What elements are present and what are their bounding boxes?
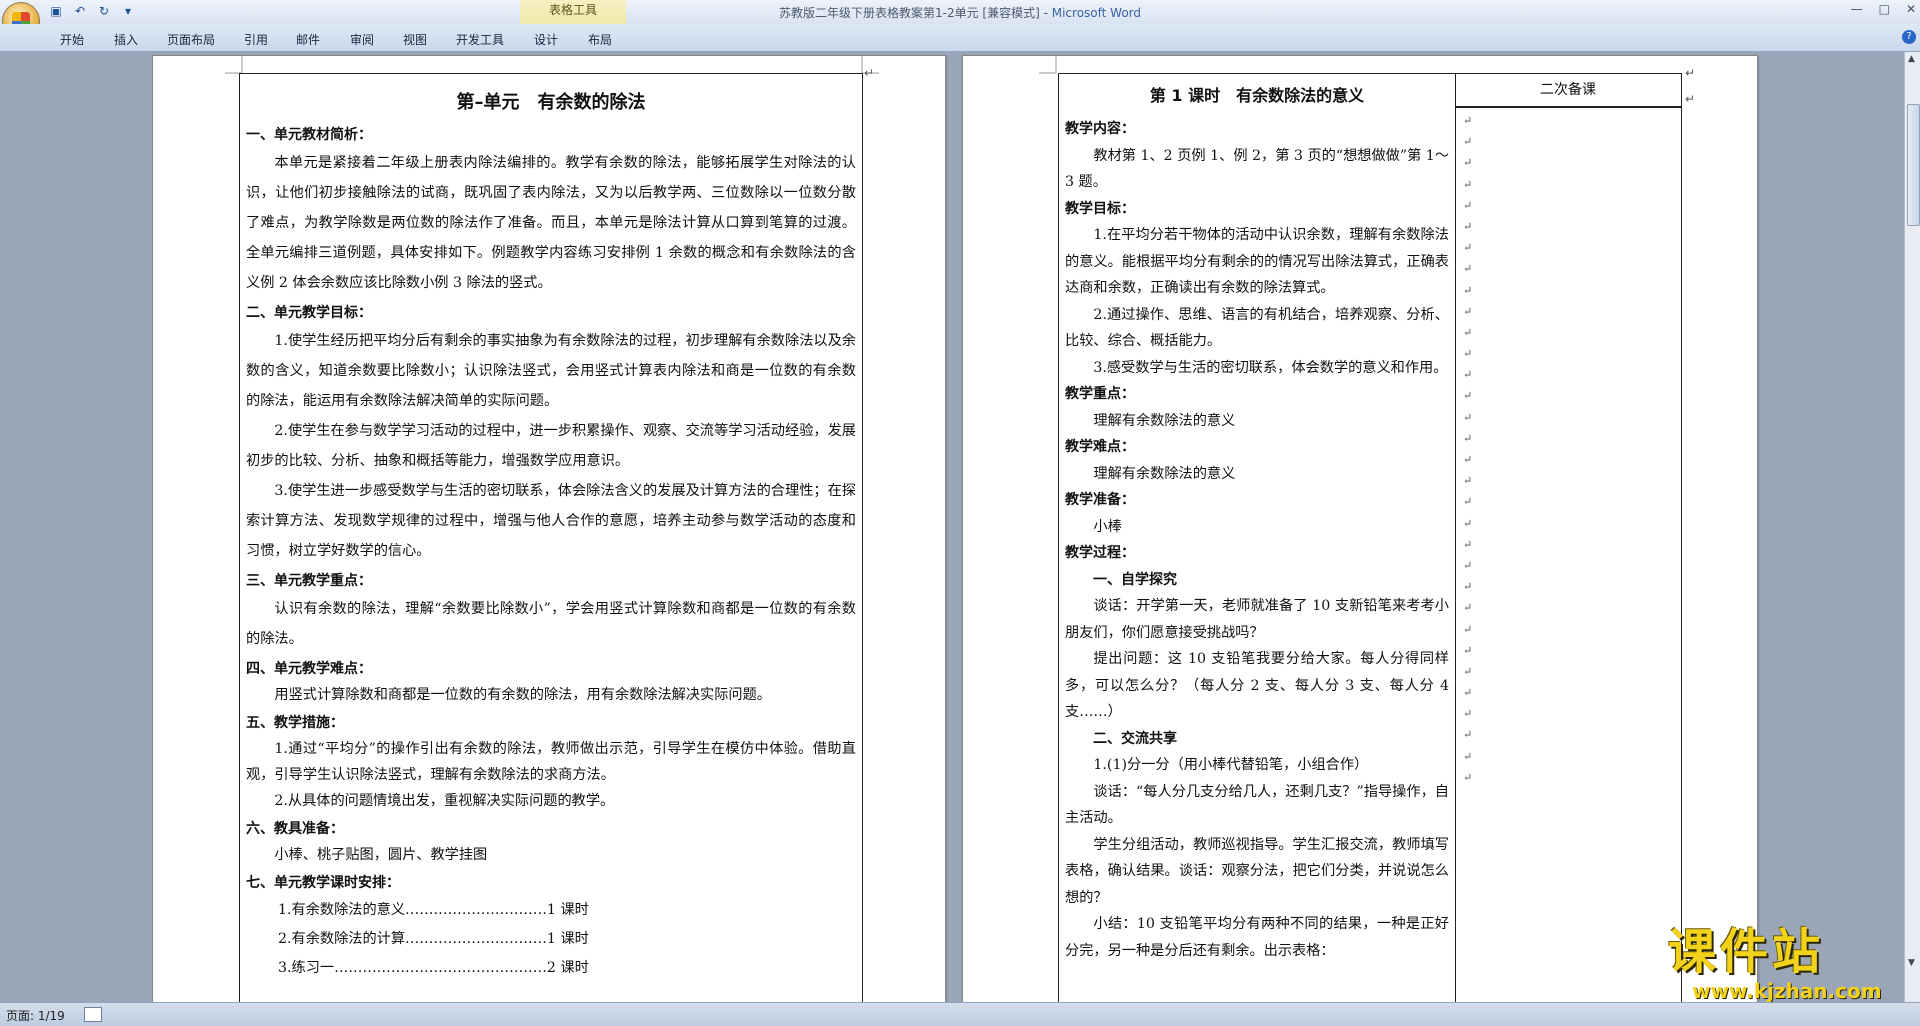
- table-tools-context-tab: 表格工具: [520, 0, 626, 27]
- tab-home[interactable]: 开始: [60, 31, 84, 48]
- unit-content-box[interactable]: 第–单元 有余数的除法 一、单元教材简析： 本单元是紧接着二年级上册表内除法编排…: [239, 73, 863, 1002]
- section-paragraph: 2.使学生在参与数学学习活动的过程中，进一步积累操作、观察、交流等学习活动经验，…: [246, 423, 856, 469]
- section-heading: 一、单元教材简析：: [246, 127, 372, 143]
- block-heading: 教学重点：: [1065, 386, 1135, 402]
- schedule-item: 2.有余数除法的计算…………………………1 课时: [278, 931, 589, 947]
- block-heading: 教学难点：: [1065, 439, 1135, 455]
- app-name: Microsoft Word: [1051, 6, 1142, 20]
- section-heading: 三、单元教学重点：: [246, 573, 372, 589]
- paragraph-mark-icon: ↵: [1685, 66, 1696, 80]
- block-text: 小棒: [1093, 518, 1122, 535]
- tab-mailings[interactable]: 邮件: [296, 31, 320, 48]
- tab-view[interactable]: 视图: [403, 31, 427, 48]
- section-heading: 五、教学措施：: [246, 715, 344, 731]
- paragraph-mark-icon: ↵: [864, 66, 875, 80]
- window-title: 苏教版二年级下册表格教案第1-2单元 [兼容模式] - Microsoft Wo…: [0, 4, 1920, 21]
- block-heading: 教学目标：: [1065, 200, 1135, 217]
- section-paragraph: 用竖式计算除数和商都是一位数的有余数的除法，用有余数除法解决实际问题。: [274, 687, 771, 703]
- paragraph-mark-icon: ↵: [1685, 92, 1696, 106]
- minimize-icon[interactable]: —: [1851, 2, 1863, 16]
- document-workspace: ↵ 第–单元 有余数的除法 一、单元教材简析： 本单元是紧接着二年级上册表内除法…: [0, 52, 1904, 1002]
- proofing-icon[interactable]: [84, 1007, 102, 1022]
- block-text: 学生分组活动，教师巡视指导。学生汇报交流，教师填写表格，确认结果。谈话：观察分法…: [1065, 836, 1449, 906]
- tab-insert[interactable]: 插入: [114, 31, 138, 48]
- ribbon-tabs: 开始 插入 页面布局 引用 邮件 审阅 视图 开发工具 设计 布局: [0, 24, 1920, 52]
- status-bar: 页面: 1/19: [0, 1002, 1920, 1026]
- subsection-heading: 一、自学探究: [1093, 571, 1177, 588]
- crop-mark: [1039, 56, 1057, 74]
- section-paragraph: 小棒、桃子贴图，圆片、教学挂图: [274, 847, 488, 863]
- block-text: 理解有余数除法的意义: [1093, 412, 1236, 429]
- section-paragraph: 2.从具体的问题情境出发，重视解决实际问题的教学。: [274, 793, 615, 809]
- quick-access-toolbar: ▣ ↶ ↻ ▾: [48, 3, 136, 19]
- tab-layout[interactable]: 布局: [588, 31, 612, 48]
- site-watermark: 课件站 www.kjzhan.com: [1668, 924, 1898, 1004]
- block-text: 教材第 1、2 页例 1、例 2，第 3 页的“想想做做”第 1～3 题。: [1065, 147, 1450, 191]
- scrollbar-thumb[interactable]: [1907, 104, 1920, 226]
- maximize-icon[interactable]: □: [1879, 2, 1890, 16]
- block-text: 谈话：“每人分几支分给几人，还剩几支？”指导操作，自主活动。: [1065, 783, 1449, 827]
- document-name: 苏教版二年级下册表格教案第1-2单元 [兼容模式]: [778, 6, 1040, 20]
- tab-review[interactable]: 审阅: [350, 31, 374, 48]
- lesson-title: 第 1 课时 有余数除法的意义: [1149, 86, 1365, 105]
- undo-icon[interactable]: ↶: [72, 3, 88, 19]
- crop-mark: [225, 56, 243, 74]
- lesson-table[interactable]: 第 1 课时 有余数除法的意义 教学内容： 教材第 1、2 页例 1、例 2，第…: [1058, 73, 1682, 1002]
- vertical-scrollbar[interactable]: ▲ ▼: [1904, 52, 1920, 1002]
- scroll-down-icon[interactable]: ▼: [1908, 958, 1915, 968]
- right-page: ↵ ↵ 第 1 课时 有余数除法的意义 教学内容： 教材第 1、2 页例 1、例…: [963, 56, 1757, 1002]
- scroll-up-icon[interactable]: ▲: [1908, 54, 1915, 64]
- block-text: 小结：10 支铅笔平均分有两种不同的结果，一种是正好分完，另一种是分后还有剩余。…: [1065, 916, 1449, 959]
- tab-references[interactable]: 引用: [244, 31, 268, 48]
- watermark-url: www.kjzhan.com: [1692, 979, 1882, 1003]
- section-paragraph: 1.使学生经历把平均分后有剩余的事实抽象为有余数除法的过程，初步理解有余数除法以…: [246, 333, 856, 409]
- tab-page-layout[interactable]: 页面布局: [167, 31, 215, 48]
- second-prep-column[interactable]: 二次备课 ↵ ↵ ↵ ↵ ↵ ↵ ↵ ↵ ↵ ↵ ↵ ↵ ↵ ↵ ↵ ↵ ↵ ↵ ↵ ↵ ↵ ↵ ↵ ↵ ↵ ↵ ↵ ↵ ↵ ↵ ↵ ↵: [1455, 74, 1681, 1002]
- section-paragraph: 1.通过“平均分”的操作引出有余数的除法，教师做出示范，引导学生在模仿中体验。借…: [246, 741, 856, 783]
- block-text: 谈话：开学第一天，老师就准备了 10 支新铅笔来考考小朋友们，你们愿意接受挑战吗…: [1065, 598, 1449, 641]
- tab-design[interactable]: 设计: [534, 31, 558, 48]
- lesson-plan-column[interactable]: 第 1 课时 有余数除法的意义 教学内容： 教材第 1、2 页例 1、例 2，第…: [1059, 74, 1456, 1002]
- subsection-heading: 二、交流共享: [1093, 730, 1177, 747]
- section-paragraph: 认识有余数的除法，理解“余数要比除数小”，学会用竖式计算除数和商都是一位数的有余…: [246, 601, 856, 647]
- section-heading: 二、单元教学目标：: [246, 305, 372, 321]
- section-heading: 七、单元教学课时安排：: [246, 875, 400, 891]
- block-heading: 教学准备：: [1065, 492, 1135, 508]
- block-text: 提出问题：这 10 支铅笔我要分给大家。每人分得同样多，可以怎么分？（每人分 2…: [1065, 651, 1449, 720]
- section-paragraph: 本单元是紧接着二年级上册表内除法编排的。教学有余数的除法，能够拓展学生对除法的认…: [246, 155, 856, 291]
- block-heading: 教学内容：: [1065, 121, 1135, 137]
- block-text: 1.在平均分若干物体的活动中认识余数，理解有余数除法的意义。能根据平均分有剩余的…: [1065, 227, 1449, 296]
- save-icon[interactable]: ▣: [48, 3, 64, 19]
- schedule-item: 1.有余数除法的意义…………………………1 课时: [278, 902, 589, 918]
- cell-end-marks: ↵ ↵ ↵ ↵ ↵ ↵ ↵ ↵ ↵ ↵ ↵ ↵ ↵ ↵ ↵ ↵ ↵ ↵ ↵ ↵ ↵ ↵ ↵ ↵ ↵ ↵ ↵ ↵ ↵ ↵ ↵ ↵: [1463, 114, 1473, 784]
- left-page: ↵ 第–单元 有余数的除法 一、单元教材简析： 本单元是紧接着二年级上册表内除法…: [153, 56, 945, 1002]
- block-text: 理解有余数除法的意义: [1093, 465, 1236, 482]
- block-text: 1.(1)分一分（用小棒代替铅笔，小组合作）: [1093, 757, 1369, 773]
- second-prep-header: 二次备课: [1455, 74, 1681, 108]
- section-paragraph: 3.使学生进一步感受数学与生活的密切联系，体会除法含义的发展及计算方法的合理性；…: [246, 483, 856, 559]
- watermark-text: 课件站: [1668, 924, 1825, 980]
- title-bar: 苏教版二年级下册表格教案第1-2单元 [兼容模式] - Microsoft Wo…: [0, 0, 1920, 24]
- title-separator: -: [1039, 6, 1052, 20]
- help-icon[interactable]: ?: [1902, 30, 1916, 44]
- customize-toolbar-icon[interactable]: ▾: [120, 3, 136, 19]
- schedule-item: 3.练习一………………………………………2 课时: [278, 960, 589, 976]
- page-counter[interactable]: 页面: 1/19: [6, 1007, 65, 1024]
- section-heading: 六、教具准备：: [246, 821, 344, 837]
- tab-developer[interactable]: 开发工具: [456, 31, 504, 48]
- window-controls: — □ ✕: [1851, 2, 1916, 16]
- block-heading: 教学过程：: [1065, 545, 1135, 561]
- section-heading: 四、单元教学难点：: [246, 661, 372, 677]
- close-icon[interactable]: ✕: [1906, 2, 1916, 16]
- block-text: 2.通过操作、思维、语言的有机结合，培养观察、分析、比较、综合、概括能力。: [1065, 306, 1449, 350]
- block-text: 3.感受数学与生活的密切联系，体会数学的意义和作用。: [1093, 359, 1448, 376]
- unit-title: 第–单元 有余数的除法: [456, 92, 646, 113]
- redo-icon[interactable]: ↻: [96, 3, 112, 19]
